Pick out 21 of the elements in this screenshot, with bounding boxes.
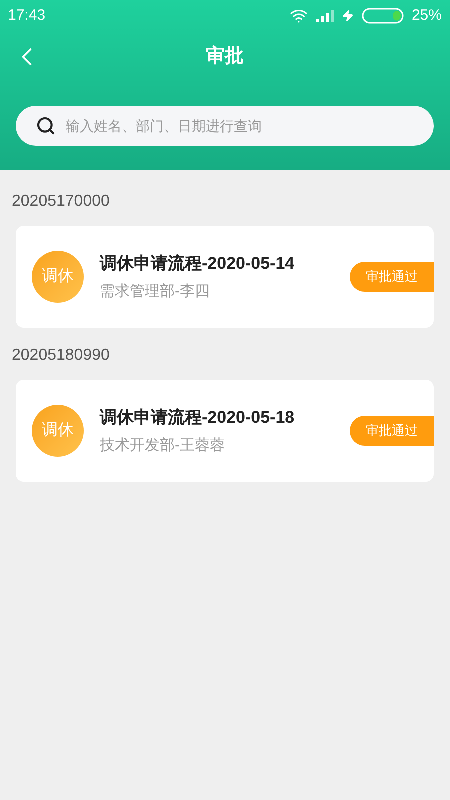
leave-avatar: 调休 bbox=[32, 405, 84, 457]
page-title: 审批 bbox=[206, 44, 244, 69]
wifi-icon bbox=[290, 7, 308, 25]
department-name: 需求管理部-李四 bbox=[100, 282, 211, 302]
search-icon bbox=[36, 116, 56, 136]
approval-card[interactable]: 调休 调休申请流程-2020-05-14 需求管理部-李四 审批通过 bbox=[16, 226, 434, 328]
status-time: 17:43 bbox=[8, 6, 46, 26]
charging-icon bbox=[342, 10, 354, 22]
record-number: 20205170000 bbox=[12, 192, 111, 212]
approval-card[interactable]: 调休 调休申请流程-2020-05-18 技术开发部-王蓉蓉 审批通过 bbox=[16, 380, 434, 482]
battery-icon bbox=[362, 8, 404, 24]
search-field[interactable]: 输入姓名、部门、日期进行查询 bbox=[16, 106, 434, 146]
status-tag: 审批通过 bbox=[350, 416, 434, 446]
record-number: 20205180990 bbox=[12, 346, 111, 366]
battery-percent: 25% bbox=[412, 6, 442, 26]
leave-avatar: 调休 bbox=[32, 251, 84, 303]
approval-title: 调休申请流程-2020-05-18 bbox=[100, 407, 296, 429]
department-name: 技术开发部-王蓉蓉 bbox=[100, 436, 226, 456]
approval-title: 调休申请流程-2020-05-14 bbox=[100, 253, 296, 275]
status-tag: 审批通过 bbox=[350, 262, 434, 292]
signal-icon bbox=[316, 10, 334, 22]
